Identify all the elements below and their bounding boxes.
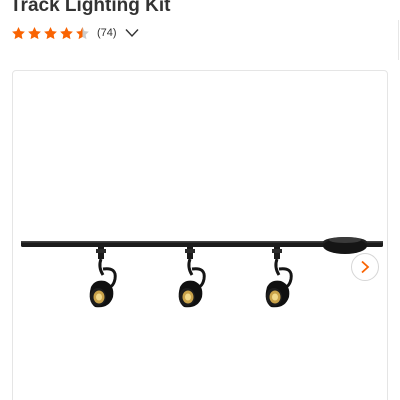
product-page: Track Lighting Kit (74): [0, 0, 400, 400]
star-full-icon: [60, 26, 73, 39]
star-full-icon: [28, 26, 41, 39]
spotlight-head-2: [178, 247, 206, 308]
product-image[interactable]: [13, 71, 388, 400]
divider: [398, 20, 399, 60]
star-rating: [11, 26, 91, 41]
chevron-down-icon[interactable]: [125, 28, 139, 38]
star-full-icon: [12, 26, 25, 39]
star-half-icon: [76, 26, 89, 39]
product-title: Track Lighting Kit: [10, 0, 171, 16]
spotlight-head-1: [89, 247, 117, 308]
product-image-card[interactable]: [12, 70, 388, 400]
review-count[interactable]: (74): [97, 27, 117, 39]
chevron-right-icon: [361, 260, 370, 274]
rating-summary[interactable]: (74): [11, 24, 139, 42]
next-image-button[interactable]: [351, 253, 379, 281]
spotlight-head-3: [265, 247, 293, 308]
star-full-icon: [44, 26, 57, 39]
